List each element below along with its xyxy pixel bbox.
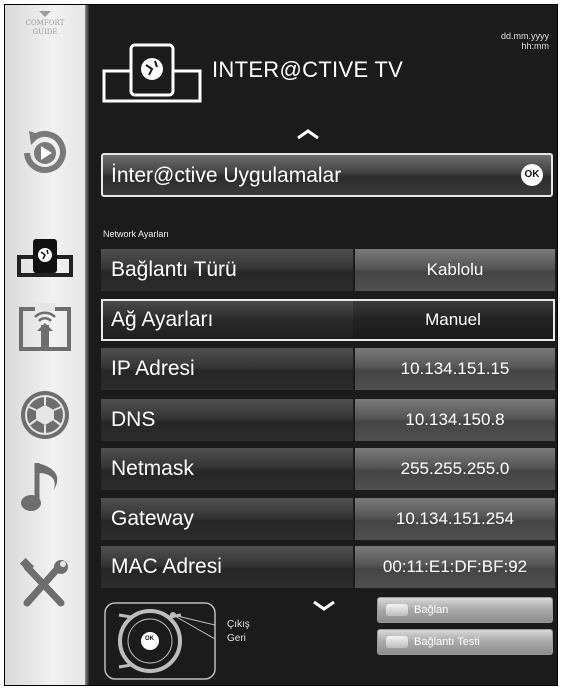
playback-icon[interactable] [15,123,75,179]
row-label: Bağlantı Türü [101,249,353,291]
time-text: hh:mm [521,41,549,51]
row-label: DNS [101,399,353,441]
color-key-icon [386,636,408,648]
back-label: Geri [227,633,246,644]
comfort-guide-sidebar: COMFORT GUIDE [5,5,85,685]
setting-row-ip-address[interactable]: IP Adresi 10.134.151.15 [101,348,555,390]
interactive-tv-header-icon [101,41,203,105]
interactive-tv-icon[interactable] [15,231,75,287]
media-sharing-icon[interactable] [15,301,75,357]
setting-row-connection-type[interactable]: Bağlantı Türü Kablolu [101,249,555,291]
setting-row-mac-address[interactable]: MAC Adresi 00:11:E1:DF:BF:92 [101,546,555,588]
row-value[interactable]: 10.134.151.15 [355,348,555,390]
sidebar-edge [85,5,89,685]
row-label: Ağ Ayarları [101,299,353,341]
setting-row-dns[interactable]: DNS 10.134.150.8 [101,399,555,441]
remote-ok-label: OK [145,636,154,642]
triangle-down-icon [39,11,51,17]
row-label: Gateway [101,498,353,540]
row-label: Netmask [101,448,353,490]
row-value[interactable]: 10.134.151.254 [355,498,555,540]
color-key-icon [386,604,408,616]
row-value[interactable]: 10.134.150.8 [355,399,555,441]
scroll-up-icon[interactable] [297,129,319,139]
setting-row-network-settings[interactable]: Ağ Ayarları Manuel [101,299,555,341]
page-title: INTER@CTIVE TV [212,57,404,82]
tools-icon[interactable] [15,557,75,613]
setting-row-netmask[interactable]: Netmask 255.255.255.0 [101,448,555,490]
logo-line-2: GUIDE [32,28,58,36]
tv-menu-screen: COMFORT GUIDE INTER@CTIVE TV dd.mm.yyyy … [4,4,558,686]
comfort-guide-logo: COMFORT GUIDE [5,11,85,37]
music-note-icon[interactable] [15,457,75,513]
row-label: IP Adresi [101,348,353,390]
connect-button[interactable]: Bağlan [377,597,553,623]
scroll-down-icon[interactable] [313,601,335,611]
row-value[interactable]: Manuel [353,299,555,341]
date-text: dd.mm.yyyy [500,31,549,41]
interactive-apps-button[interactable]: İnter@ctive Uygulamalar OK [101,153,553,197]
row-value[interactable]: 00:11:E1:DF:BF:92 [355,546,555,588]
camera-aperture-icon[interactable] [15,387,75,443]
logo-line-1: COMFORT [25,19,65,27]
connection-test-label: Bağlantı Testi [414,636,480,648]
date-time: dd.mm.yyyy hh:mm [501,31,549,51]
section-title: Network Ayarları [103,229,169,239]
interactive-apps-label: İnter@ctive Uygulamalar [111,164,342,187]
row-label: MAC Adresi [101,546,353,588]
row-value[interactable]: 255.255.255.0 [355,448,555,490]
ok-button-badge: OK [521,164,543,186]
row-value[interactable]: Kablolu [355,249,555,291]
connection-test-button[interactable]: Bağlantı Testi [377,629,553,655]
setting-row-gateway[interactable]: Gateway 10.134.151.254 [101,498,555,540]
exit-label: Çıkış [227,619,250,630]
connect-label: Bağlan [414,604,449,616]
